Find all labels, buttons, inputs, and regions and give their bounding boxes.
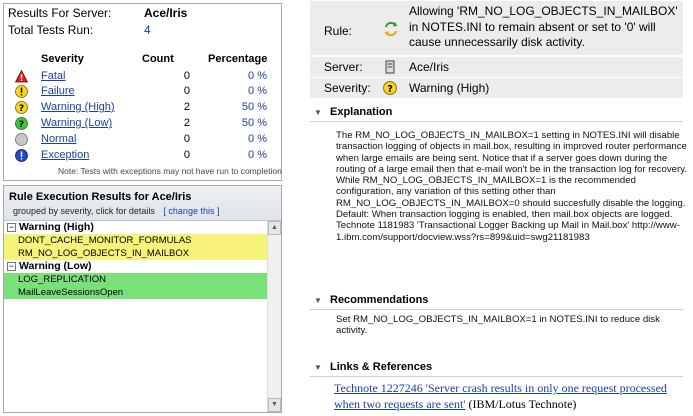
count-failure: 0 xyxy=(183,85,190,97)
percentage-header: Percentage xyxy=(208,53,268,65)
left-pane: Results For Server: Ace/Iris Total Tests… xyxy=(0,0,285,416)
server-label: Server: xyxy=(324,60,363,74)
results-tree: − Warning (High) DONT_CACHE_MONITOR_FORM… xyxy=(4,221,269,412)
results-scrollbar[interactable]: ▲ ▼ xyxy=(267,221,281,412)
explanation-title: Explanation xyxy=(330,106,393,118)
svg-text:?: ? xyxy=(19,120,24,130)
collapse-arrow-icon[interactable]: ▼ xyxy=(314,108,322,117)
severity-header: Severity xyxy=(41,53,84,65)
warning-low-question-icon: ? xyxy=(15,117,28,130)
recommendations-title: Recommendations xyxy=(330,294,429,306)
pct-exception: 0 % xyxy=(248,149,267,161)
severity-info-row: Severity: ? Warning (High) xyxy=(310,78,683,98)
collapse-arrow-icon[interactable]: ▼ xyxy=(314,363,322,372)
count-normal: 0 xyxy=(183,133,190,145)
server-label: Results For Server: xyxy=(8,6,112,20)
count-fatal: 0 xyxy=(183,70,190,82)
change-grouping-link[interactable]: [ change this ] xyxy=(163,206,219,216)
severity-link-failure[interactable]: Failure xyxy=(41,85,75,97)
pct-warning-low: 50 % xyxy=(241,117,267,129)
explanation-section-header[interactable]: ▼ Explanation xyxy=(310,104,683,122)
server-value: Ace/Iris xyxy=(409,60,450,74)
group-warning-high[interactable]: − Warning (High) xyxy=(4,221,269,234)
normal-circle-icon xyxy=(15,133,28,146)
scroll-down-icon[interactable]: ▼ xyxy=(268,398,281,412)
recommendations-text: Set RM_NO_LOG_OBJECTS_IN_MAILBOX=1 in NO… xyxy=(336,314,660,337)
pct-normal: 0 % xyxy=(248,133,267,145)
exceptions-note: Note: Tests with exceptions may not have… xyxy=(58,166,282,176)
severity-row-exception[interactable]: Exception 0 0 % xyxy=(4,148,281,163)
rule-arrows-icon xyxy=(384,21,398,37)
group-label: Warning (High) xyxy=(19,221,94,233)
collapse-arrow-icon[interactable]: ▼ xyxy=(314,296,322,305)
links-title: Links & References xyxy=(330,361,433,373)
rule-label: Rule: xyxy=(324,24,353,38)
collapse-icon[interactable]: − xyxy=(7,223,16,232)
collapse-icon[interactable]: − xyxy=(7,262,16,271)
tests-value[interactable]: 4 xyxy=(144,23,151,37)
rule-description: Allowing 'RM_NO_LOG_OBJECTS_IN_MAILBOX' … xyxy=(409,4,678,49)
fatal-triangle-icon xyxy=(15,70,28,83)
grouping-description: grouped by severity, click for details xyxy=(13,206,155,216)
server-info-row: Server: Ace/Iris xyxy=(310,57,683,77)
pct-warning-high: 50 % xyxy=(241,101,267,113)
result-item[interactable]: MailLeaveSessionsOpen xyxy=(4,286,269,299)
server-value: Ace/Iris xyxy=(144,6,188,20)
result-item[interactable]: DONT_CACHE_MONITOR_FORMULAS xyxy=(4,234,269,247)
exception-exclamation-icon xyxy=(15,149,28,162)
link-source: (IBM/Lotus Technote) xyxy=(465,397,577,411)
recommendations-section-header[interactable]: ▼ Recommendations xyxy=(310,292,683,310)
severity-link-exception[interactable]: Exception xyxy=(41,149,89,161)
pct-fatal: 0 % xyxy=(248,70,267,82)
severity-value: Warning (High) xyxy=(409,81,490,95)
failure-exclamation-icon xyxy=(15,85,28,98)
count-exception: 0 xyxy=(183,149,190,161)
warning-high-question-icon: ? xyxy=(383,81,397,95)
svg-text:?: ? xyxy=(387,84,393,95)
server-icon xyxy=(385,60,395,74)
results-summary-panel: Results For Server: Ace/Iris Total Tests… xyxy=(3,3,282,181)
severity-link-fatal[interactable]: Fatal xyxy=(41,70,65,82)
result-item[interactable]: RM_NO_LOG_OBJECTS_IN_MAILBOX xyxy=(4,247,269,260)
explanation-text: The RM_NO_LOG_OBJECTS_IN_MAILBOX=1 setti… xyxy=(336,130,687,243)
severity-row-fatal[interactable]: Fatal 0 0 % xyxy=(4,69,281,84)
group-warning-low[interactable]: − Warning (Low) xyxy=(4,260,269,273)
severity-link-normal[interactable]: Normal xyxy=(41,133,76,145)
severity-row-normal[interactable]: Normal 0 0 % xyxy=(4,132,281,147)
rule-detail-pane: Rule: Allowing 'RM_NO_LOG_OBJECTS_IN_MAI… xyxy=(289,0,693,416)
pct-failure: 0 % xyxy=(248,85,267,97)
rule-box: Rule: Allowing 'RM_NO_LOG_OBJECTS_IN_MAI… xyxy=(310,1,683,55)
group-label: Warning (Low) xyxy=(19,260,92,272)
rule-results-panel: Rule Execution Results for Ace/Iris grou… xyxy=(3,185,282,413)
tests-label: Total Tests Run: xyxy=(8,23,94,37)
svg-text:?: ? xyxy=(19,104,24,114)
server-row: Results For Server: Ace/Iris xyxy=(8,6,187,20)
reference-entry: Technote 1227246 'Server crash results i… xyxy=(334,380,693,412)
severity-row-failure[interactable]: Failure 0 0 % xyxy=(4,84,281,99)
links-section-header[interactable]: ▼ Links & References xyxy=(310,359,683,377)
results-subtitle: grouped by severity, click for details [… xyxy=(13,206,219,216)
results-header: Rule Execution Results for Ace/Iris grou… xyxy=(4,186,281,221)
severity-link-warning-low[interactable]: Warning (Low) xyxy=(41,117,112,129)
count-warning-low: 2 xyxy=(183,117,190,129)
severity-label: Severity: xyxy=(324,81,371,95)
severity-row-warning-high[interactable]: ? Warning (High) 2 50 % xyxy=(4,100,281,115)
tests-row: Total Tests Run: 4 xyxy=(8,23,151,37)
count-warning-high: 2 xyxy=(183,101,190,113)
severity-link-warning-high[interactable]: Warning (High) xyxy=(41,101,115,113)
warning-high-question-icon: ? xyxy=(15,101,28,114)
scroll-up-icon[interactable]: ▲ xyxy=(268,221,281,235)
result-item[interactable]: LOG_REPLICATION xyxy=(4,273,269,286)
results-title: Rule Execution Results for Ace/Iris xyxy=(9,191,192,203)
count-header: Count xyxy=(142,53,174,65)
severity-row-warning-low[interactable]: ? Warning (Low) 2 50 % xyxy=(4,116,281,131)
